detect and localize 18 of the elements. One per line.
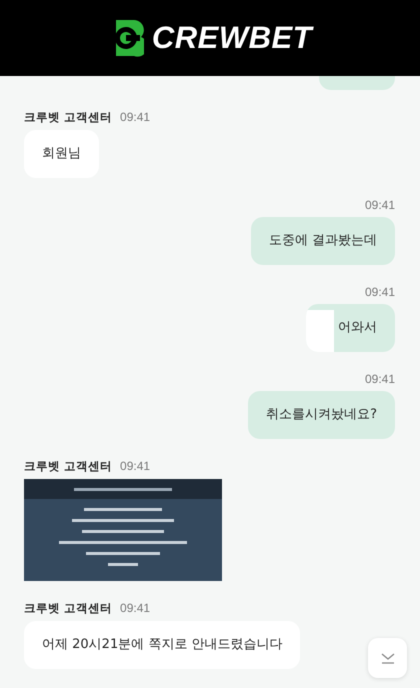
scroll-down-button[interactable] [368,638,407,678]
message-time: 09:41 [364,198,395,212]
message-time: 09:41 [364,285,395,299]
message-time: 09:41 [120,601,150,615]
sender-name: 크루벳 고객센터 [24,110,112,125]
message-bubble: 취소를시켜놨네요? [248,391,395,439]
sender-name: 크루벳 고객센터 [24,601,112,616]
redaction-block [306,310,334,352]
message-bubble: 어제 20시21분에 쪽지로 안내드렸습니다 [24,621,300,669]
message-bubble: 도중에 결과봤는데 [250,217,395,265]
message-bubble: 어와서 [306,304,395,352]
message-time: 09:41 [364,372,395,386]
chevron-down-icon [380,652,396,664]
message-time: 09:41 [120,459,150,473]
message-time: 09:41 [120,110,150,124]
message-bubble: 회원님 [24,130,99,178]
sender-name: 크루벳 고객센터 [24,459,112,474]
logo-text: CREWBET [152,20,312,56]
